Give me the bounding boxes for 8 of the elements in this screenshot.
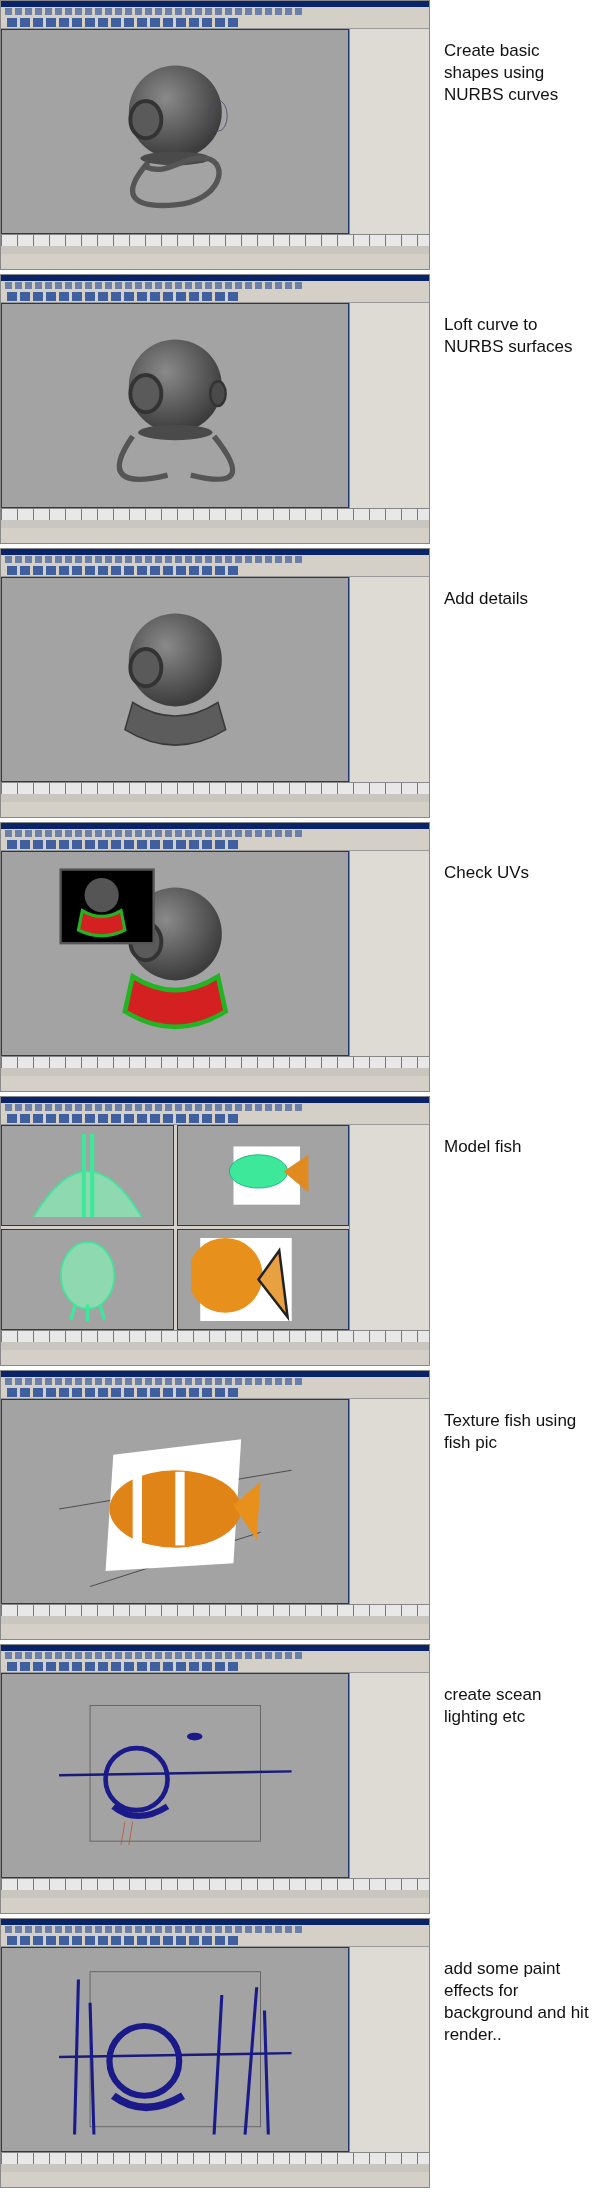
caption: Texture fish using fish pic: [443, 1410, 578, 1455]
caption: Create basic shapes using NURBS curves: [443, 40, 560, 107]
caption: Model fish: [443, 1136, 523, 1158]
caption: Check UVs: [443, 862, 531, 884]
caption: Loft curve to NURBS surfaces: [443, 314, 574, 359]
caption: add some paint effects for background and hit render..: [443, 1958, 590, 2047]
caption: create scean lighting etc: [443, 1684, 543, 1729]
caption: Add details: [443, 588, 530, 610]
